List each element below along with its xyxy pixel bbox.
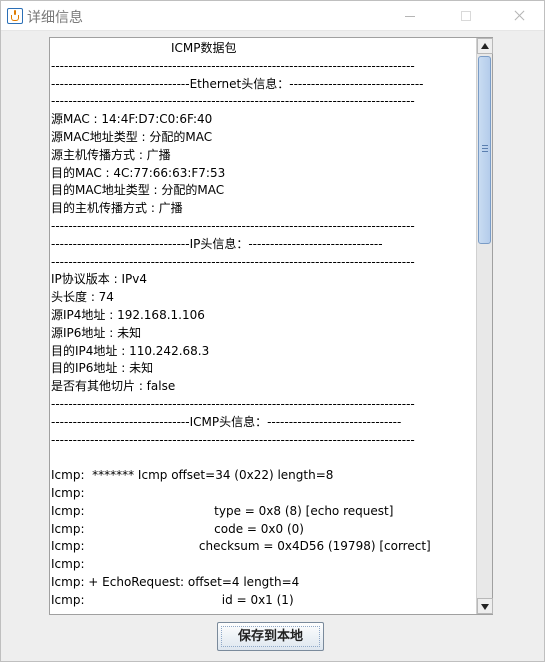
detail-line: --------------------------------Ethernet… — [51, 76, 424, 91]
maximize-button[interactable] — [443, 1, 489, 31]
arrow-down-icon — [481, 604, 489, 610]
detail-line: IP协议版本 : IPv4 — [51, 272, 147, 287]
detail-line: --------------------------------IP头信息：--… — [51, 236, 383, 251]
detail-line: Icmp: — [51, 485, 85, 500]
detail-line: 源MAC地址类型 : 分配的MAC — [51, 129, 213, 144]
detail-line: ----------------------------------------… — [51, 254, 415, 269]
scrollbar-thumb[interactable] — [478, 56, 491, 244]
detail-line: Icmp: code = 0x0 (0) — [51, 521, 304, 536]
detail-line: 源主机传播方式 : 广播 — [51, 147, 171, 162]
detail-line: Icmp: + EchoRequest: offset=4 length=4 — [51, 574, 300, 589]
detail-line: Icmp: checksum = 0x4D56 (19798) [correct… — [51, 539, 431, 554]
detail-line: Icmp: type = 0x8 (8) [echo request] — [51, 503, 394, 518]
detail-line: 是否有其他切片 : false — [51, 379, 176, 394]
minimize-button[interactable] — [387, 1, 433, 31]
detail-line: Icmp: id = 0x1 (1) — [51, 592, 294, 607]
detail-line: ----------------------------------------… — [51, 432, 415, 447]
detail-line — [51, 449, 476, 467]
packet-detail-panel: ICMP数据包 ---------------------------------… — [49, 37, 493, 615]
window-title: 详细信息 — [27, 10, 83, 26]
detail-line: 源MAC : 14:4F:D7:C0:6F:40 — [51, 112, 213, 127]
detail-line: --------------------------------ICMP头信息：… — [51, 414, 402, 429]
packet-detail-text-area[interactable]: ICMP数据包 ---------------------------------… — [50, 38, 476, 614]
details-window: 详细信息 ICMP数据包 ----------------------------… — [0, 0, 545, 662]
detail-line: ----------------------------------------… — [51, 58, 415, 73]
save-to-local-button[interactable]: 保存到本地 — [217, 622, 324, 651]
packet-detail-lines: ICMP数据包 ---------------------------------… — [51, 40, 476, 610]
detail-line: ----------------------------------------… — [51, 218, 415, 233]
java-app-icon — [7, 8, 23, 24]
scroll-up-button[interactable] — [477, 38, 493, 54]
detail-line: 头长度 : 74 — [51, 290, 114, 305]
detail-line: 目的MAC : 4C:77:66:63:F7:53 — [51, 165, 226, 180]
detail-line: Icmp: — [51, 557, 85, 572]
detail-line: 目的MAC地址类型 : 分配的MAC — [51, 183, 225, 198]
detail-line: 源IP6地址 : 未知 — [51, 325, 142, 340]
packet-type-heading: ICMP数据包 — [171, 41, 237, 55]
detail-line: 目的IP6地址 : 未知 — [51, 361, 154, 376]
arrow-up-icon — [481, 43, 489, 49]
detail-line: ----------------------------------------… — [51, 396, 415, 411]
vertical-scrollbar[interactable] — [476, 38, 493, 614]
detail-line: 源IP4地址 : 192.168.1.106 — [51, 307, 205, 322]
detail-line: 目的主机传播方式 : 广播 — [51, 201, 183, 216]
detail-line: ----------------------------------------… — [51, 94, 415, 109]
minimize-icon — [405, 16, 415, 17]
close-button[interactable] — [496, 1, 542, 31]
title-bar[interactable]: 详细信息 — [1, 1, 544, 31]
scroll-down-button[interactable] — [477, 598, 493, 614]
detail-line: 目的IP4地址 : 110.242.68.3 — [51, 343, 210, 358]
detail-line: Icmp: ******* Icmp offset=34 (0x22) leng… — [51, 468, 334, 483]
maximize-icon — [461, 11, 471, 21]
